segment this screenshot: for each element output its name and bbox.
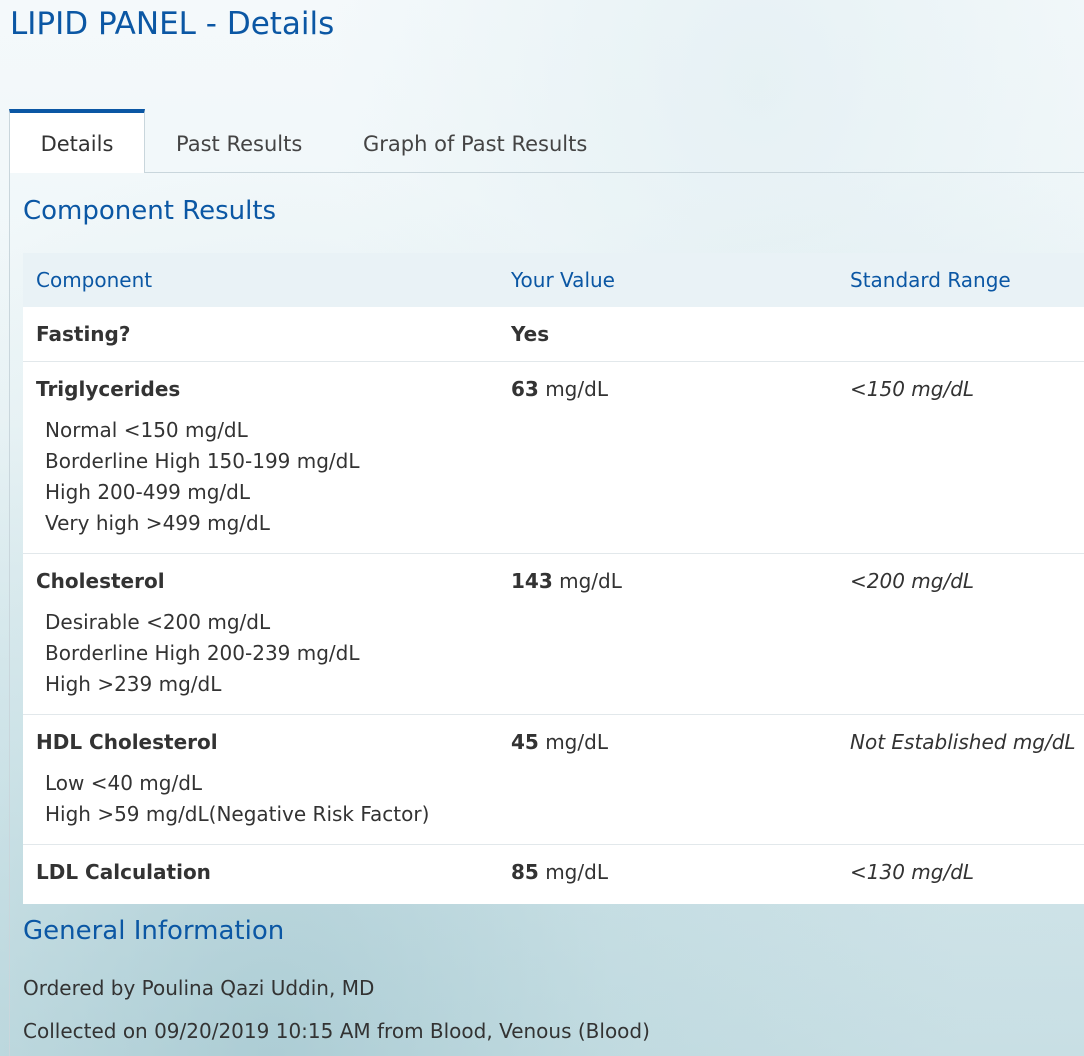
standard-range: <200 mg/dL (850, 569, 975, 593)
result-unit: mg/dL (538, 860, 608, 884)
result-unit: mg/dL (552, 569, 622, 593)
component-name: LDL Calculation (36, 860, 211, 884)
component-cell: LDL Calculation (23, 844, 498, 904)
value-cell: 63 mg/dL (498, 361, 837, 554)
component-cell: Fasting? (23, 307, 498, 362)
table-row: Triglycerides Normal <150 mg/dL Borderli… (23, 361, 1084, 554)
page-title: LIPID PANEL - Details (10, 6, 335, 42)
result-value: Yes (511, 322, 550, 346)
component-name: HDL Cholesterol (36, 730, 218, 754)
component-name: Fasting? (36, 322, 131, 346)
value-cell: 45 mg/dL (498, 714, 837, 845)
range-cell: <200 mg/dL (837, 553, 1084, 715)
result-value: 85 (511, 860, 539, 884)
tab-details[interactable]: Details (9, 109, 145, 173)
column-header-your-value: Your Value (498, 253, 837, 307)
result-unit: mg/dL (538, 377, 608, 401)
tab-bar: Details Past Results Graph of Past Resul… (9, 109, 1084, 173)
collected-on-text: Collected on 09/20/2019 10:15 AM from Bl… (23, 1019, 650, 1043)
range-cell (837, 307, 1084, 362)
reference-line: High >239 mg/dL (45, 672, 222, 696)
reference-notes: Normal <150 mg/dL Borderline High 150-19… (36, 415, 498, 539)
reference-line: High 200-499 mg/dL (45, 480, 250, 504)
range-cell: <130 mg/dL (837, 844, 1084, 904)
result-value: 143 (511, 569, 553, 593)
value-cell: Yes (498, 307, 837, 362)
value-cell: 85 mg/dL (498, 844, 837, 904)
reference-line: Very high >499 mg/dL (45, 511, 270, 535)
table-row: Cholesterol Desirable <200 mg/dL Borderl… (23, 553, 1084, 715)
table-header-row: Component Your Value Standard Range (23, 253, 1084, 307)
reference-line: Low <40 mg/dL (45, 771, 203, 795)
component-cell: Cholesterol Desirable <200 mg/dL Borderl… (23, 553, 498, 715)
value-cell: 143 mg/dL (498, 553, 837, 715)
standard-range: <130 mg/dL (850, 860, 975, 884)
range-cell: <150 mg/dL (837, 361, 1084, 554)
reference-line: Borderline High 200-239 mg/dL (45, 641, 360, 665)
tab-graph-of-past-results[interactable]: Graph of Past Results (363, 109, 587, 173)
general-information-heading: General Information (23, 916, 285, 946)
standard-range: Not Established mg/dL (850, 730, 1076, 754)
table-row: Fasting? Yes (23, 307, 1084, 362)
range-cell: Not Established mg/dL (837, 714, 1084, 845)
reference-notes: Desirable <200 mg/dL Borderline High 200… (36, 607, 498, 700)
content-left-border (9, 173, 10, 1056)
ordered-by-text: Ordered by Poulina Qazi Uddin, MD (23, 976, 375, 1000)
result-unit: mg/dL (538, 730, 608, 754)
result-value: 45 (511, 730, 539, 754)
component-name: Cholesterol (36, 569, 165, 593)
reference-line: Normal <150 mg/dL (45, 418, 248, 442)
result-value: 63 (511, 377, 539, 401)
component-cell: HDL Cholesterol Low <40 mg/dL High >59 m… (23, 714, 498, 845)
reference-line: Borderline High 150-199 mg/dL (45, 449, 360, 473)
reference-line: Desirable <200 mg/dL (45, 610, 271, 634)
reference-notes: Low <40 mg/dL High >59 mg/dL(Negative Ri… (36, 768, 498, 830)
column-header-standard-range: Standard Range (837, 253, 1084, 307)
table-row: HDL Cholesterol Low <40 mg/dL High >59 m… (23, 714, 1084, 845)
component-cell: Triglycerides Normal <150 mg/dL Borderli… (23, 361, 498, 554)
column-header-component: Component (23, 253, 498, 307)
component-name: Triglycerides (36, 377, 181, 401)
reference-line: High >59 mg/dL(Negative Risk Factor) (45, 802, 430, 826)
tab-past-results[interactable]: Past Results (176, 109, 302, 173)
component-results-table: Component Your Value Standard Range Fast… (23, 253, 1084, 904)
component-results-heading: Component Results (23, 196, 277, 226)
table-row: LDL Calculation 85 mg/dL <130 mg/dL (23, 844, 1084, 904)
standard-range: <150 mg/dL (850, 377, 975, 401)
